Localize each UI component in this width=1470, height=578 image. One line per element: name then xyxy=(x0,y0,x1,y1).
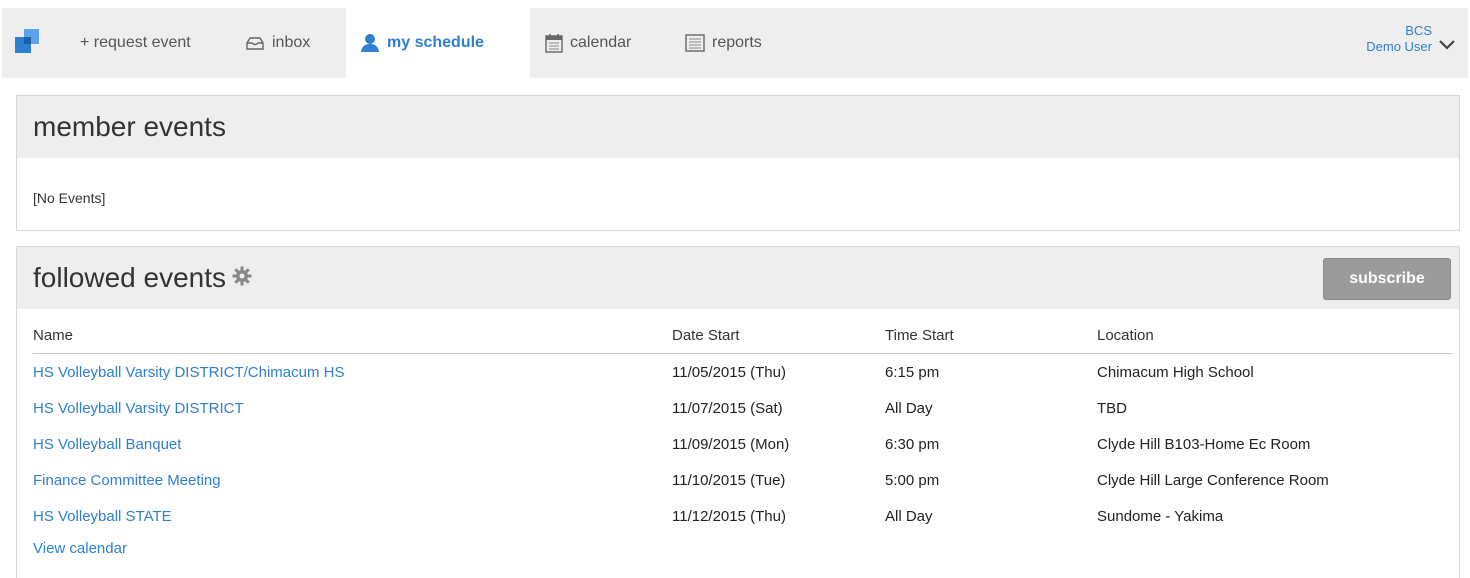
column-header-name[interactable]: Name xyxy=(33,319,73,353)
user-menu[interactable]: BCS Demo User xyxy=(1366,23,1432,55)
event-time: 6:15 pm xyxy=(885,363,940,381)
nav-inbox[interactable]: inbox xyxy=(245,8,310,78)
event-date: 11/10/2015 (Tue) xyxy=(672,471,786,489)
followed-events-header: followed events subscribe xyxy=(17,247,1459,309)
event-name-link[interactable]: HS Volleyball Varsity DISTRICT/Chimacum … xyxy=(33,354,344,390)
gear-icon[interactable] xyxy=(232,260,252,294)
table-row: HS Volleyball STATE 11/12/2015 (Thu) All… xyxy=(33,498,1453,534)
user-name: Demo User xyxy=(1366,39,1432,54)
chevron-down-icon[interactable] xyxy=(1438,38,1456,50)
event-date: 11/07/2015 (Sat) xyxy=(672,399,783,417)
event-time: 5:00 pm xyxy=(885,471,940,489)
column-header-time-start[interactable]: Time Start xyxy=(885,319,954,353)
user-org: BCS xyxy=(1405,23,1432,38)
nav-calendar[interactable]: calendar xyxy=(545,8,631,78)
nav-request-event-label: + request event xyxy=(80,34,191,51)
event-location: Clyde Hill Large Conference Room xyxy=(1097,471,1329,489)
event-time: 6:30 pm xyxy=(885,435,940,453)
calendar-icon xyxy=(545,33,563,53)
member-events-title: member events xyxy=(33,111,226,142)
event-time: All Day xyxy=(885,507,933,525)
event-name-link[interactable]: HS Volleyball Banquet xyxy=(33,426,181,462)
event-location: Sundome - Yakima xyxy=(1097,507,1224,525)
event-name-link[interactable]: HS Volleyball Varsity DISTRICT xyxy=(33,390,244,426)
nav-request-event[interactable]: + request event xyxy=(80,8,191,78)
event-location: TBD xyxy=(1097,399,1127,417)
logo-icon[interactable] xyxy=(15,29,39,53)
reports-icon xyxy=(685,34,705,52)
subscribe-button[interactable]: subscribe xyxy=(1323,258,1451,300)
followed-events-title: followed events xyxy=(33,262,227,293)
nav-calendar-label: calendar xyxy=(570,34,632,51)
nav-my-schedule[interactable]: my schedule xyxy=(346,8,530,78)
user-icon xyxy=(360,33,380,53)
member-events-panel: member events [No Events] xyxy=(16,95,1460,231)
event-time: All Day xyxy=(885,399,933,417)
nav-inbox-label: inbox xyxy=(272,34,311,51)
table-row: HS Volleyball Varsity DISTRICT/Chimacum … xyxy=(33,354,1453,390)
event-location: Chimacum High School xyxy=(1097,363,1254,381)
table-row: Finance Committee Meeting 11/10/2015 (Tu… xyxy=(33,462,1453,498)
column-header-date-start[interactable]: Date Start xyxy=(672,319,740,353)
column-header-location[interactable]: Location xyxy=(1097,319,1154,353)
followed-events-title-wrap: followed events xyxy=(33,261,252,297)
member-events-empty: [No Events] xyxy=(33,190,106,206)
followed-events-panel: followed events subscribe Name Date Star… xyxy=(16,246,1460,578)
table-header: Name Date Start Time Start Location xyxy=(33,319,1453,354)
event-name-link[interactable]: HS Volleyball STATE xyxy=(33,498,172,534)
nav-reports-label: reports xyxy=(712,34,762,51)
event-date: 11/12/2015 (Thu) xyxy=(672,507,786,525)
member-events-header: member events xyxy=(17,96,1459,158)
event-location: Clyde Hill B103-Home Ec Room xyxy=(1097,435,1311,453)
table-row: HS Volleyball Varsity DISTRICT 11/07/201… xyxy=(33,390,1453,426)
event-date: 11/09/2015 (Mon) xyxy=(672,435,790,453)
table-row: HS Volleyball Banquet 11/09/2015 (Mon) 6… xyxy=(33,426,1453,462)
nav-my-schedule-label: my schedule xyxy=(387,34,484,51)
view-calendar-link[interactable]: View calendar xyxy=(33,540,127,557)
inbox-icon xyxy=(245,35,265,51)
top-navigation: + request event inbox my schedule calend… xyxy=(2,8,1468,78)
event-name-link[interactable]: Finance Committee Meeting xyxy=(33,462,221,498)
nav-reports[interactable]: reports xyxy=(685,8,762,78)
followed-events-table: Name Date Start Time Start Location HS V… xyxy=(33,319,1453,557)
event-date: 11/05/2015 (Thu) xyxy=(672,363,786,381)
